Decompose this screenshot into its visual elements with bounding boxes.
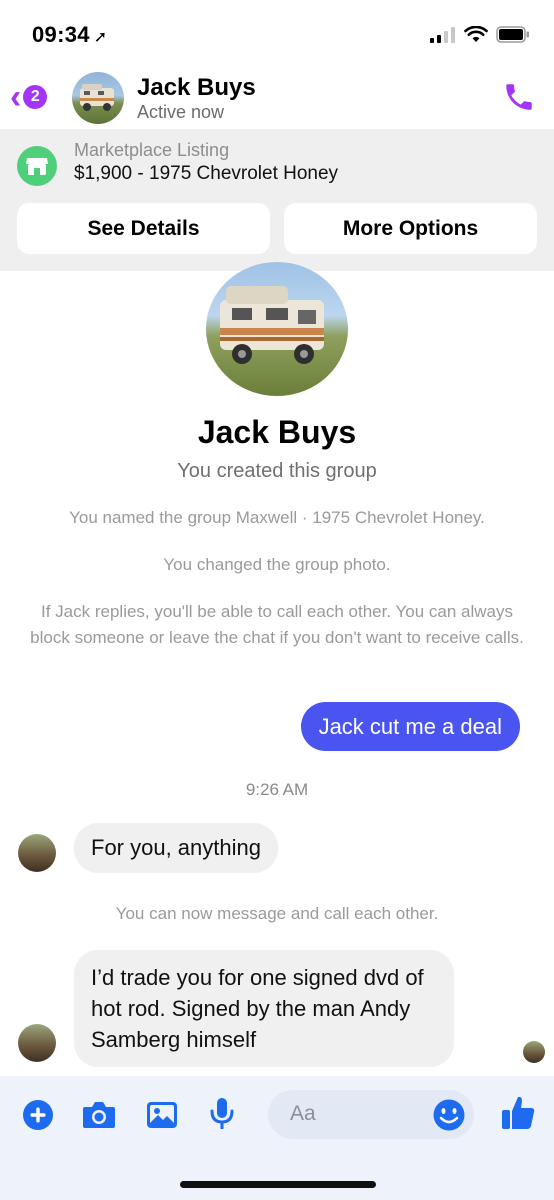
- gallery-button[interactable]: [145, 1099, 179, 1136]
- system-message-calls: If Jack replies, you'll be able to call …: [30, 602, 524, 647]
- system-message-can-message: You can now message and call each other.: [115, 904, 439, 923]
- thumbs-up-icon: [502, 1096, 535, 1129]
- outgoing-message[interactable]: Jack cut me a deal: [300, 702, 520, 751]
- rv-photo-icon: [80, 84, 114, 111]
- incoming-message[interactable]: For you, anything: [74, 823, 278, 873]
- group-photo[interactable]: [206, 262, 348, 396]
- status-time: 09:34 ➚: [32, 22, 108, 47]
- signal-icon: [430, 26, 455, 43]
- emoji-button[interactable]: [432, 1098, 466, 1137]
- read-receipt-avatar: [523, 1041, 545, 1063]
- group-created-text: You created this group: [177, 460, 377, 482]
- active-status: Active now: [137, 102, 225, 122]
- wifi-icon: [464, 26, 488, 42]
- group-name: Jack Buys: [197, 414, 357, 450]
- more-options-button[interactable]: More Options: [284, 203, 537, 254]
- camera-button[interactable]: [81, 1099, 117, 1136]
- location-arrow-icon: ➚: [93, 29, 108, 46]
- message-timestamp: 9:26 AM: [245, 780, 309, 799]
- message-input-placeholder: Aa: [290, 1102, 316, 1125]
- plus-circle-icon: [23, 1100, 53, 1130]
- phone-icon: [506, 84, 532, 110]
- camera-icon: [83, 1102, 115, 1128]
- status-icons: [430, 26, 530, 43]
- sender-avatar[interactable]: [18, 1024, 56, 1062]
- plus-button[interactable]: [22, 1099, 54, 1136]
- smiley-icon: [433, 1099, 465, 1131]
- marketplace-label: Marketplace Listing: [74, 140, 230, 160]
- rv-photo-icon: [220, 286, 324, 364]
- system-message-renamed: You named the group Maxwell · 1975 Chevr…: [69, 508, 485, 527]
- chat-title[interactable]: Jack Buys: [137, 74, 256, 102]
- storefront-icon: [17, 146, 57, 186]
- incoming-message[interactable]: I’d trade you for one signed dvd of hot …: [74, 950, 454, 1067]
- listing-title[interactable]: $1,900 - 1975 Chevrolet Honey: [74, 163, 338, 185]
- phone-call-button[interactable]: [502, 80, 536, 119]
- back-button[interactable]: ‹ 2: [10, 78, 48, 116]
- microphone-icon: [210, 1098, 234, 1129]
- chevron-left-icon: ‹: [10, 78, 22, 116]
- unread-count-badge: 2: [23, 85, 48, 109]
- voice-button[interactable]: [208, 1096, 236, 1137]
- sender-avatar[interactable]: [18, 834, 56, 872]
- like-button[interactable]: [500, 1094, 536, 1137]
- home-indicator: [180, 1181, 376, 1188]
- header-avatar[interactable]: [72, 72, 124, 124]
- see-details-button[interactable]: See Details: [17, 203, 270, 254]
- system-message-photo: You changed the group photo.: [163, 555, 391, 574]
- battery-icon: [496, 26, 529, 43]
- image-icon: [147, 1102, 177, 1128]
